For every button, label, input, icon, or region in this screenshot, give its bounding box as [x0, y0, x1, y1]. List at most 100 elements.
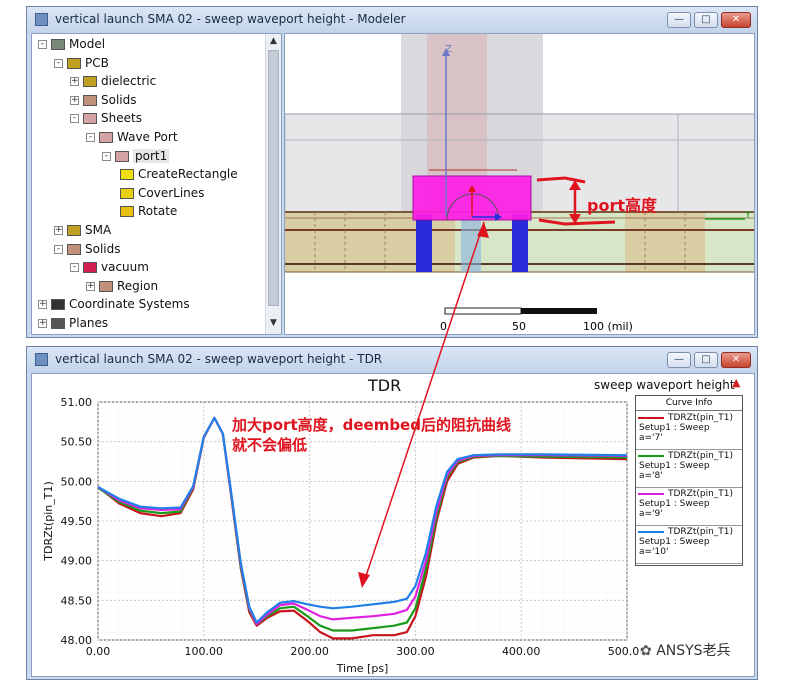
legend-entry[interactable]: TDRZt(pin_T1) Setup1 : Sweep a='10'	[636, 526, 742, 564]
legend-text: Setup1 : Sweep	[639, 461, 710, 471]
tdr-plot-area[interactable]: TDR sweep waveport height ▲ 51.00 50.50 50…	[31, 373, 755, 677]
tree-item-label: Region	[117, 278, 159, 293]
tree-item-label: vacuum	[101, 260, 149, 275]
x-tick-label: 300.00	[396, 645, 435, 658]
modeler-titlebar[interactable]: vertical launch SMA 02 - sweep waveport …	[27, 7, 757, 33]
legend-swatch	[638, 455, 664, 457]
project-tree: - Model - PCB + dielectric + Solids - Sheets - Wave…	[31, 33, 282, 335]
expand-icon[interactable]: +	[70, 77, 79, 87]
tree-item-label: CoverLines	[138, 185, 205, 200]
collapse-icon[interactable]: -	[86, 133, 95, 142]
tree-item-label: Planes	[69, 316, 109, 330]
cover-lines-icon	[120, 187, 134, 199]
scale-label-0: 0	[440, 320, 447, 333]
x-axis-label: Time [ps]	[336, 662, 389, 675]
legend-text: TDRZt(pin_T1)	[668, 489, 734, 499]
axis-z-label: Z	[445, 44, 452, 55]
collapse-icon[interactable]: -	[70, 114, 79, 124]
scale-label-100: 100 (mil)	[583, 320, 633, 333]
maximize-button[interactable]: □	[694, 352, 718, 368]
legend-swatch	[638, 531, 664, 533]
minimize-button[interactable]: —	[667, 12, 691, 28]
axis-y-label: Y	[745, 210, 752, 221]
solid-icon	[99, 280, 113, 292]
x-tick-label: 200.00	[290, 645, 329, 658]
group-icon	[83, 76, 97, 88]
y-tick-label: 50.50	[61, 436, 93, 449]
tdr-window: vertical launch SMA 02 - sweep waveport …	[26, 346, 758, 680]
legend-text: Setup1 : Sweep	[639, 537, 710, 547]
scroll-down-icon[interactable]: ▼	[270, 318, 277, 328]
y-tick-label: 48.50	[61, 594, 93, 607]
watermark-text: ANSYS老兵	[656, 643, 731, 659]
y-axis-label: TDRZt(pin_T1)	[42, 481, 55, 562]
create-rectangle-icon	[120, 169, 134, 181]
planes-icon	[51, 318, 65, 329]
sheet-icon	[115, 150, 129, 162]
tree-item-label: Coordinate Systems	[69, 297, 190, 312]
curve-info-legend[interactable]: Curve Info TDRZt(pin_T1) Setup1 : Sweep a=…	[635, 395, 743, 566]
tree-item-label: Solids	[85, 241, 121, 256]
legend-text: TDRZt(pin_T1)	[668, 413, 734, 423]
tdr-title: vertical launch SMA 02 - sweep waveport …	[55, 352, 383, 366]
group-icon	[67, 225, 81, 236]
expand-icon[interactable]: +	[54, 226, 63, 235]
wechat-icon: ✿	[640, 643, 657, 659]
collapse-icon[interactable]: -	[54, 244, 63, 254]
chart-annotation-line1: 加大port高度，deembed后的阻抗曲线	[232, 416, 511, 434]
modeler-title: vertical launch SMA 02 - sweep waveport …	[55, 12, 406, 26]
coordinate-systems-icon	[51, 299, 65, 311]
legend-text: a='9'	[639, 509, 663, 519]
group-icon	[67, 57, 81, 69]
close-button[interactable]: ✕	[721, 12, 751, 28]
tree-item-label: Model	[69, 37, 106, 51]
x-tick-label: 400.00	[502, 645, 541, 658]
legend-entry[interactable]: TDRZt(pin_T1) Setup1 : Sweep a='8'	[636, 450, 742, 488]
legend-text: a='10'	[639, 547, 669, 557]
sheet-icon	[99, 132, 113, 143]
x-tick-label: 0.00	[86, 645, 111, 658]
tree-item-label: Solids	[101, 92, 137, 107]
legend-text: Setup1 : Sweep	[639, 423, 710, 433]
collapse-icon[interactable]: -	[38, 40, 47, 49]
legend-text: a='7'	[639, 433, 663, 443]
y-tick-label: 49.50	[61, 515, 93, 528]
maximize-button[interactable]: □	[694, 12, 718, 28]
collapse-icon[interactable]: -	[54, 58, 63, 68]
close-button[interactable]: ✕	[721, 352, 751, 368]
x-tick-label: 100.00	[185, 645, 224, 658]
expand-icon[interactable]: +	[38, 300, 47, 310]
legend-text: TDRZt(pin_T1)	[668, 527, 734, 537]
y-tick-label: 51.00	[61, 396, 93, 409]
app-icon	[35, 353, 48, 366]
port-height-annotation: port高度	[587, 196, 657, 215]
legend-swatch	[638, 417, 664, 419]
tree-item-label: Rotate	[138, 204, 178, 219]
solid-icon	[83, 94, 97, 106]
model-icon	[51, 39, 65, 50]
legend-swatch	[638, 493, 664, 495]
watermark: ✿ ANSYS老兵	[640, 640, 731, 662]
scroll-thumb[interactable]	[268, 50, 279, 306]
tree-item-label: dielectric	[101, 74, 157, 89]
solid-icon	[67, 243, 81, 255]
scale-label-50: 50	[512, 320, 526, 333]
tree-scrollbar[interactable]: ▲ ▼	[265, 34, 281, 334]
expand-icon[interactable]: +	[38, 319, 47, 328]
model-drawing	[285, 34, 754, 315]
minimize-button[interactable]: —	[667, 352, 691, 368]
legend-entry[interactable]: TDRZt(pin_T1) Setup1 : Sweep a='7'	[636, 412, 742, 450]
tree-item-label: Sheets	[101, 111, 142, 126]
modeler-viewport[interactable]: Z Y port高度 0 50 100 (mil)	[284, 33, 755, 335]
scroll-up-icon[interactable]: ▲	[270, 36, 277, 46]
legend-entry[interactable]: TDRZt(pin_T1) Setup1 : Sweep a='9'	[636, 488, 742, 526]
tree-item-label: CreateRectangle	[138, 167, 238, 182]
collapse-icon[interactable]: -	[102, 151, 111, 161]
tdr-titlebar[interactable]: vertical launch SMA 02 - sweep waveport …	[27, 347, 757, 373]
legend-title: Curve Info	[636, 398, 742, 411]
expand-icon[interactable]: +	[86, 281, 95, 291]
y-tick-label: 49.00	[61, 555, 93, 568]
vacuum-icon	[83, 262, 97, 274]
expand-icon[interactable]: +	[70, 95, 79, 105]
collapse-icon[interactable]: -	[70, 263, 79, 273]
